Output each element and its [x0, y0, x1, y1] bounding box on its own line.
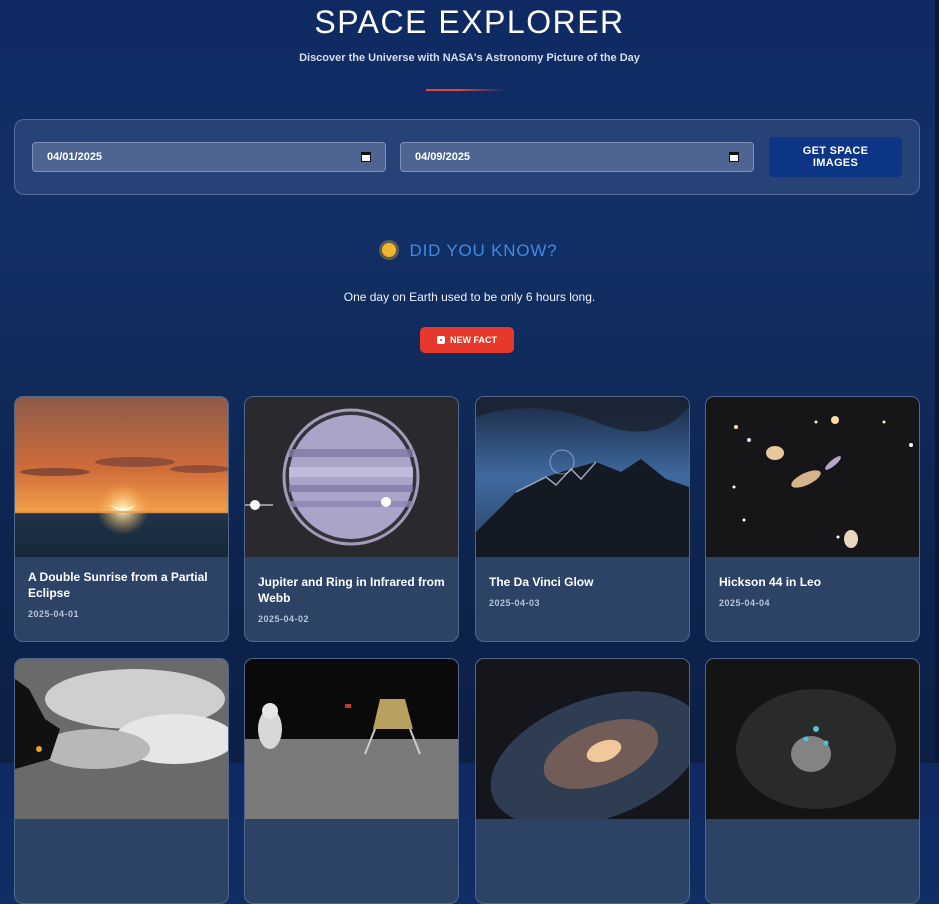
- start-date-input[interactable]: 04/01/2025: [32, 142, 386, 172]
- new-fact-label: NEW FACT: [450, 335, 497, 345]
- fact-heading: DID YOU KNOW?: [0, 241, 939, 261]
- card-image-sunrise: [15, 397, 228, 557]
- card-image-spiral-galaxy: [476, 659, 689, 827]
- new-fact-button[interactable]: NEW FACT: [420, 327, 514, 353]
- card-image-moon-landing: [245, 659, 458, 819]
- card-date: 2025-04-04: [719, 598, 771, 608]
- gallery-card[interactable]: [14, 658, 229, 904]
- die-icon: [437, 336, 445, 344]
- start-date-value: 04/01/2025: [47, 151, 103, 163]
- card-image-mountain: [476, 397, 689, 557]
- card-date: 2025-04-01: [28, 609, 80, 619]
- card-date: 2025-04-03: [489, 598, 541, 608]
- gallery-card[interactable]: [244, 658, 459, 904]
- date-search-panel: 04/01/2025 04/09/2025 GET SPACE IMAGES: [14, 119, 920, 195]
- card-image-galaxies: [706, 397, 919, 557]
- sun-icon: [381, 243, 396, 257]
- window-edge: [935, 0, 939, 763]
- gallery-card[interactable]: Jupiter and Ring in Infrared from Webb 2…: [244, 396, 459, 642]
- gallery-card[interactable]: A Double Sunrise from a Partial Eclipse …: [14, 396, 229, 642]
- calendar-icon[interactable]: [729, 152, 739, 162]
- card-date: 2025-04-02: [258, 614, 310, 624]
- card-image-clouds: [15, 659, 228, 819]
- gallery-card[interactable]: [705, 658, 920, 904]
- gallery-card[interactable]: [475, 658, 690, 904]
- card-image-jupiter: [245, 397, 458, 557]
- gallery-card[interactable]: The Da Vinci Glow 2025-04-03: [475, 396, 690, 642]
- gallery-card[interactable]: Hickson 44 in Leo 2025-04-04: [705, 396, 920, 642]
- card-title: Hickson 44 in Leo: [719, 575, 822, 589]
- calendar-icon[interactable]: [361, 152, 371, 162]
- end-date-input[interactable]: 04/09/2025: [400, 142, 754, 172]
- card-title: The Da Vinci Glow: [489, 575, 594, 589]
- page-title: SPACE EXPLORER: [314, 4, 625, 40]
- card-title: A Double Sunrise from a Partial Eclipse: [28, 570, 208, 600]
- end-date-value: 04/09/2025: [415, 151, 471, 163]
- fact-text: One day on Earth used to be only 6 hours…: [343, 290, 596, 304]
- page-subtitle: Discover the Universe with NASA's Astron…: [299, 52, 640, 64]
- card-title: Jupiter and Ring in Infrared from Webb: [258, 575, 445, 605]
- get-space-images-button[interactable]: GET SPACE IMAGES: [769, 137, 902, 177]
- title-divider: [426, 89, 506, 91]
- fact-heading-text: DID YOU KNOW?: [409, 241, 558, 260]
- card-image-nebula: [706, 659, 919, 819]
